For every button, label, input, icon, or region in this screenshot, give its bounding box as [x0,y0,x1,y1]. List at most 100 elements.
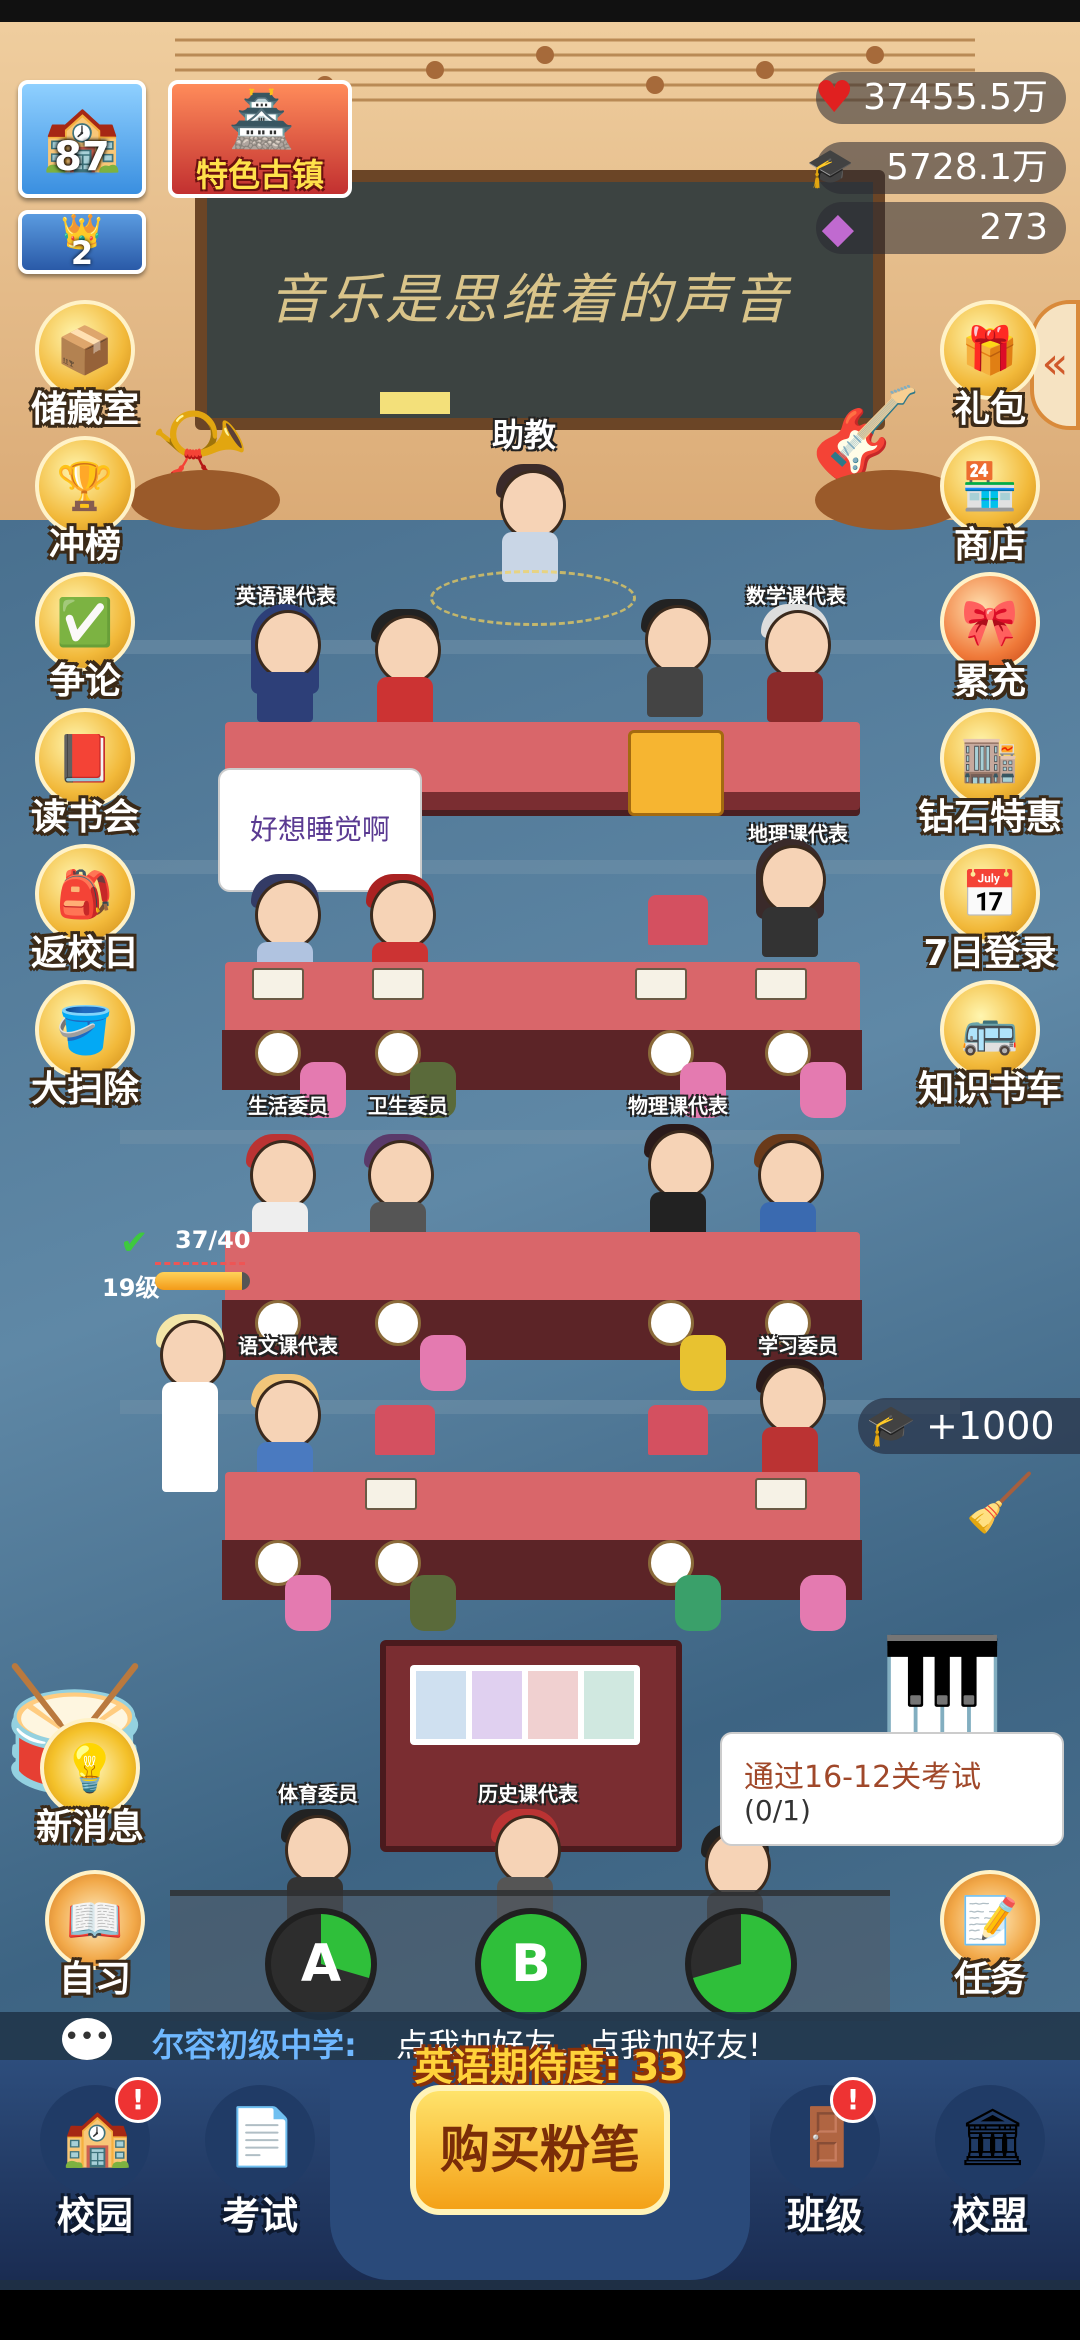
boxes-icon: 📦 [56,323,114,377]
menu-return-day-label: 返校日 [30,933,139,974]
school-level: 87 [54,134,110,180]
menu-return-day[interactable]: 🎒 返校日 [15,844,155,984]
level-progress-bar [155,1272,250,1290]
role-label-life: 生活委员 [248,1094,328,1118]
gift-icon: 🎁 [961,323,1019,377]
gift-box-icon[interactable] [628,730,724,816]
menu-book-club[interactable]: 📕 读书会 [15,708,155,848]
student[interactable] [635,599,715,725]
nav-campus-label: 校园 [56,2194,133,2238]
news-button[interactable]: 💡 新消息 [20,1718,160,1858]
diamond-icon: ◆ [821,203,854,252]
empty-chair[interactable] [648,895,708,945]
backpack [675,1575,721,1631]
open-book [755,1478,807,1510]
student-badge [375,1300,421,1346]
nav-exam[interactable]: 📄 考试 [205,2085,315,2245]
bus-icon: 🚌 [961,1003,1019,1057]
nav-campus[interactable]: 🏫 校园 ! [40,2077,161,2245]
schoolboy-icon: 🎒 [56,867,114,921]
school-rank: 2 [70,234,94,272]
menu-recharge[interactable]: 🎀 累充 [920,572,1060,712]
school-level-button[interactable]: 🏫 87 [18,80,146,198]
menu-gift-pack[interactable]: 🎁 礼包 [920,300,1060,440]
bucket-icon: 🪣 [56,1003,114,1057]
gift-box-icon: 🎀 [961,595,1019,649]
menu-rankings[interactable]: 🏆 冲榜 [15,436,155,576]
reward-popup: 🎓 +1000 [858,1398,1080,1454]
gems-counter[interactable]: ◆ 273 [816,202,1066,254]
nav-alliance-label: 校盟 [951,2194,1028,2238]
answer-a-label: A [300,1934,342,1994]
portrait [472,1671,522,1739]
open-book [372,968,424,1000]
menu-7day-login[interactable]: 📅 7日登录 [920,844,1060,984]
graduation-cap-icon: 🎓 [806,146,854,190]
menu-diamond-sale[interactable]: 🏬 钻石特惠 [918,708,1062,848]
role-label-study: 学习委员 [758,1334,838,1358]
empty-chair[interactable] [375,1405,435,1455]
student-portraits[interactable] [410,1665,640,1745]
nav-class-label: 班级 [786,2194,863,2238]
notification-dot: ! [830,2077,876,2123]
backpack [410,1575,456,1631]
student-badge [255,1030,301,1076]
backpack [285,1575,331,1631]
caps-value: 5728.1万 [886,147,1048,188]
progress-divider [155,1262,245,1267]
chat-bubble-icon[interactable]: ••• [62,2018,112,2060]
student-math-rep[interactable] [755,604,835,730]
self-study-button[interactable]: 📖 自习 [25,1870,165,2010]
nav-alliance[interactable]: 🏛 校盟 [935,2085,1045,2245]
student-standing[interactable] [150,1314,230,1520]
menu-gift-pack-label: 礼包 [953,389,1026,430]
menu-shop-label: 商店 [953,525,1026,566]
alliance-building-icon: 🏛 [957,2105,1029,2170]
empty-chair[interactable] [648,1405,708,1455]
student-study-committee[interactable] [750,1359,830,1485]
menu-cleanup[interactable]: 🪣 大扫除 [15,980,155,1120]
portrait [584,1671,634,1739]
rank-button[interactable]: 👑 2 [18,210,146,274]
book-icon: 📕 [56,731,114,785]
answer-b-button[interactable]: B [475,1908,587,2020]
role-label-history: 历史课代表 [478,1782,578,1806]
menu-diamond-sale-label: 钻石特惠 [917,797,1062,838]
menu-cleanup-label: 大扫除 [30,1069,139,1110]
menu-storage[interactable]: 📦 储藏室 [15,300,155,440]
special-town-button[interactable]: 🏯 特色古镇 [168,80,352,198]
nav-class[interactable]: 🚪 班级 ! [770,2077,880,2245]
speech-bubble-text: 好想睡觉啊 [249,813,390,846]
student-geography-rep[interactable] [750,839,830,965]
hearts-counter[interactable]: ♥ 37455.5万 [815,72,1066,124]
backpack [800,1575,846,1631]
chalkboard-text: 音乐是思维着的声音 [269,268,791,331]
bee-backpack [680,1335,726,1391]
backpack [800,1062,846,1118]
student[interactable] [365,609,445,735]
task-button[interactable]: 📝 任务 [920,1870,1060,2010]
open-book [635,968,687,1000]
menu-book-cart[interactable]: 🚌 知识书车 [918,980,1062,1120]
caps-counter[interactable]: 🎓 5728.1万 [807,142,1066,194]
menu-shop[interactable]: 🏪 商店 [920,436,1060,576]
checkmark-icon: ✔ [120,1223,149,1263]
buy-chalk-button[interactable]: 购买粉笔 [410,2085,670,2215]
answer-c-button[interactable] [685,1908,797,2020]
open-book [365,1478,417,1510]
task-hint-bubble[interactable]: 通过16-12关考试 (0/1) [720,1732,1064,1846]
hearts-value: 37455.5万 [863,77,1048,118]
task-hint-progress: (0/1) [744,1794,811,1827]
answer-a-button[interactable]: A [265,1908,377,2020]
role-label-physics: 物理课代表 [628,1094,728,1118]
student-english-rep[interactable] [245,604,325,730]
menu-debate[interactable]: ✅ 争论 [15,572,155,712]
sparkle-ring [430,570,636,626]
backpack [420,1335,466,1391]
task-hint-title: 通过16-12关考试 [744,1760,982,1795]
store-icon: 🏬 [961,731,1019,785]
broom-icon[interactable]: 🧹 [965,1470,1035,1540]
student-level: 19级 [102,1274,160,1302]
nav-exam-label: 考试 [221,2194,298,2238]
news-label: 新消息 [35,1807,144,1848]
